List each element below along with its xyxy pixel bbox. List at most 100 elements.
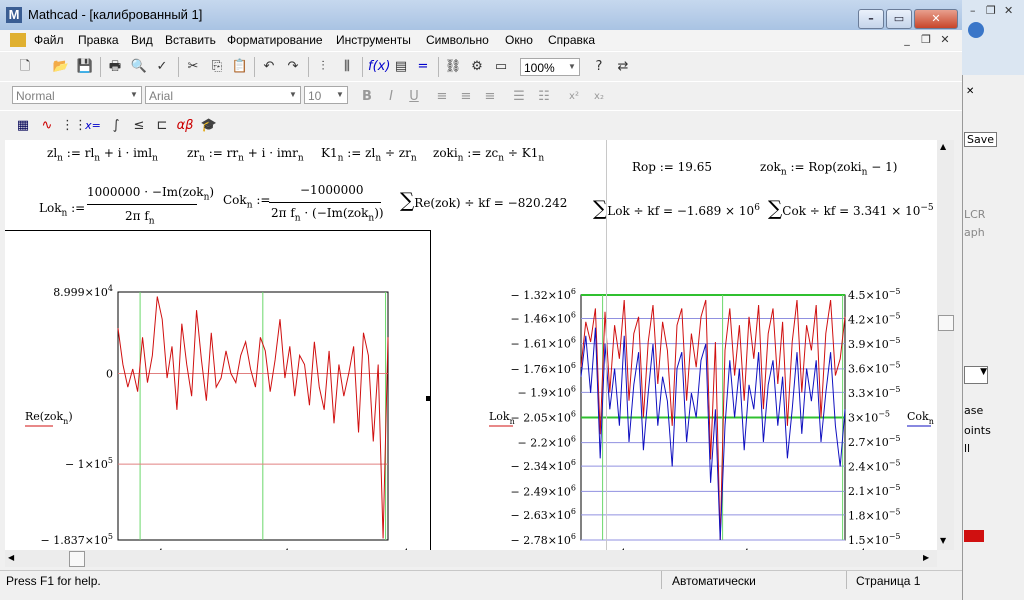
plot2-ytick-10: − 2.78×106 (510, 532, 576, 547)
plot2-chart[interactable]: − 1.32×106 − 1.46×106 − 1.61×106 − 1.76×106… (475, 240, 937, 550)
formula-cok-denominator[interactable]: 2π fn · (−Im(zokn)) (271, 206, 384, 223)
zoom-select[interactable]: 100% ▼ (520, 58, 580, 76)
calculate-icon[interactable]: = (414, 58, 432, 76)
scroll-right-icon[interactable]: ▶ (923, 553, 929, 562)
plot1-ylabel: Re(zokn) (25, 410, 73, 426)
formula-lok-denominator[interactable]: 2π fn (125, 209, 155, 226)
copy-icon[interactable]: ⎘ (208, 58, 226, 76)
matrix-icon[interactable]: ⋮⋮ (61, 117, 87, 135)
formula-cok-name[interactable]: Cokn := (223, 193, 270, 210)
boolean-icon[interactable]: ≤ (130, 117, 148, 135)
align-across-icon[interactable]: ⫶ (314, 58, 332, 76)
bg-progress-indicator (964, 530, 984, 542)
scroll-up-icon[interactable]: ▲ (940, 142, 946, 151)
doc-minimize-icon[interactable]: _ (899, 33, 915, 47)
superscript-icon[interactable]: x² (565, 88, 583, 106)
numbering-icon[interactable]: ☷ (535, 88, 553, 106)
scroll-down-icon[interactable]: ▼ (940, 536, 946, 545)
menu-file[interactable]: Файл (34, 33, 64, 47)
menu-tools[interactable]: Инструменты (336, 33, 411, 47)
formula-zr[interactable]: zrn := rrn + i · imrn (187, 146, 304, 163)
insert-unit-icon[interactable]: ▤ (392, 58, 410, 76)
minimize-button[interactable]: – (858, 9, 884, 29)
component-wizard-icon[interactable]: ⚙ (468, 58, 486, 76)
underline-icon[interactable]: U (405, 88, 423, 106)
insert-hyperlink-icon[interactable]: ⛓ (444, 58, 462, 76)
formula-lok-numerator[interactable]: 1000000 · −Im(zokn) (87, 185, 214, 202)
bg-close-small-icon[interactable]: ✕ (966, 86, 974, 97)
symbolic-icon[interactable]: 🎓 (200, 117, 218, 135)
formula-rop[interactable]: Rop := 19.65 (632, 160, 712, 174)
menu-format[interactable]: Форматирование (227, 33, 323, 47)
italic-icon[interactable]: I (382, 88, 400, 106)
vertical-scrollbar[interactable]: ▲ ▼ (937, 140, 954, 550)
new-icon[interactable]: 🗋 (16, 58, 34, 76)
formula-zoki[interactable]: zokin := zcn ÷ K1n (433, 146, 544, 163)
bg-dropdown[interactable]: ▼ (964, 366, 988, 384)
calculator-icon[interactable]: ▦ (14, 117, 32, 135)
evaluation-icon[interactable]: x= (84, 117, 102, 135)
graph-icon[interactable]: ∿ (38, 117, 56, 135)
formula-lok-name[interactable]: Lokn := (39, 201, 85, 218)
doc-restore-icon[interactable]: ❐ (918, 33, 934, 47)
open-icon[interactable]: 📂 (52, 58, 70, 76)
bg-save-button[interactable]: Save (964, 132, 998, 147)
spell-check-icon[interactable]: ✓ (153, 58, 171, 76)
worksheet[interactable]: zln := rln + i · imln zrn := rrn + i · i… (5, 140, 937, 550)
close-button[interactable]: ✕ (914, 9, 958, 29)
paste-icon[interactable]: 📋 (231, 58, 249, 76)
mathcad-window: M Mathcad - [калиброванный 1] – ▭ ✕ Файл… (0, 0, 963, 600)
subscript-icon[interactable]: x₂ (590, 88, 608, 106)
print-preview-icon[interactable]: 🔍 (130, 58, 148, 76)
bg-close-icon[interactable]: ✕ (1004, 4, 1013, 17)
menu-help[interactable]: Справка (548, 33, 595, 47)
plot1-ytick-1: 0 (106, 368, 113, 381)
horizontal-scroll-thumb[interactable] (69, 551, 85, 567)
style-select[interactable]: Normal ▼ (12, 86, 142, 104)
bold-icon[interactable]: B (358, 88, 376, 106)
cut-icon[interactable]: ✂ (184, 58, 202, 76)
sum-re-zok[interactable]: ∑Re(zok) ÷ kf = −820.242 (400, 188, 567, 212)
help-icon[interactable]: ? (590, 58, 608, 76)
formula-k1[interactable]: K1n := zln ÷ zrn (321, 146, 417, 163)
scroll-left-icon[interactable]: ◀ (8, 553, 14, 562)
vertical-scroll-thumb[interactable] (938, 315, 954, 331)
run-script-icon[interactable]: ▭ (492, 58, 510, 76)
menu-symbolics[interactable]: Символьно (426, 33, 489, 47)
menu-window[interactable]: Окно (505, 33, 533, 47)
align-center-icon[interactable]: ≡ (457, 88, 475, 106)
save-icon[interactable]: 💾 (76, 58, 94, 76)
plot1-chart[interactable]: 8.999×1040− 1×105− 1.837×1052.1×1042.15×… (5, 240, 435, 550)
menu-view[interactable]: Вид (131, 33, 153, 47)
bg-minimize-icon[interactable]: – (970, 4, 976, 17)
resource-center-icon[interactable]: ⇄ (614, 58, 632, 76)
text-cursor-line (606, 140, 607, 550)
formula-zl[interactable]: zln := rln + i · imln (47, 146, 158, 163)
bg-restore-icon[interactable]: ❐ (986, 4, 996, 17)
doc-close-icon[interactable]: ✕ (937, 33, 953, 47)
bullets-icon[interactable]: ☰ (510, 88, 528, 106)
sum-cok[interactable]: ∑Cok ÷ kf = 3.341 × 10−5 (768, 196, 934, 220)
plot2-ytick-6: − 2.2×106 (517, 435, 576, 450)
menu-insert[interactable]: Вставить (165, 33, 216, 47)
insert-function-icon[interactable]: f(x) (368, 58, 390, 76)
align-right-icon[interactable]: ≡ (481, 88, 499, 106)
font-select[interactable]: Arial ▼ (145, 86, 301, 104)
formula-zok[interactable]: zokn := Rop(zokin − 1) (760, 160, 897, 177)
print-icon[interactable]: 🖶 (106, 58, 124, 76)
align-left-icon[interactable]: ≡ (433, 88, 451, 106)
formula-cok-numerator[interactable]: −1000000 (300, 183, 364, 197)
undo-icon[interactable]: ↶ (260, 58, 278, 76)
background-window: – ❐ ✕ ✕ Save LCR aph ▼ ase oints ll (962, 0, 1024, 600)
align-down-icon[interactable]: ⫼ (338, 58, 356, 76)
calculus-icon[interactable]: ∫ (107, 117, 125, 135)
greek-icon[interactable]: αβ (176, 117, 194, 135)
sum-lok[interactable]: ∑Lok ÷ kf = −1.689 × 106 (593, 196, 760, 220)
plot2-ytick-1: − 1.46×106 (510, 310, 576, 325)
maximize-button[interactable]: ▭ (886, 9, 912, 29)
programming-icon[interactable]: ⊏ (153, 117, 171, 135)
menu-edit[interactable]: Правка (78, 33, 119, 47)
horizontal-scrollbar[interactable]: ◀ ▶ (5, 550, 937, 567)
redo-icon[interactable]: ↷ (284, 58, 302, 76)
font-size-select[interactable]: 10 ▼ (304, 86, 348, 104)
